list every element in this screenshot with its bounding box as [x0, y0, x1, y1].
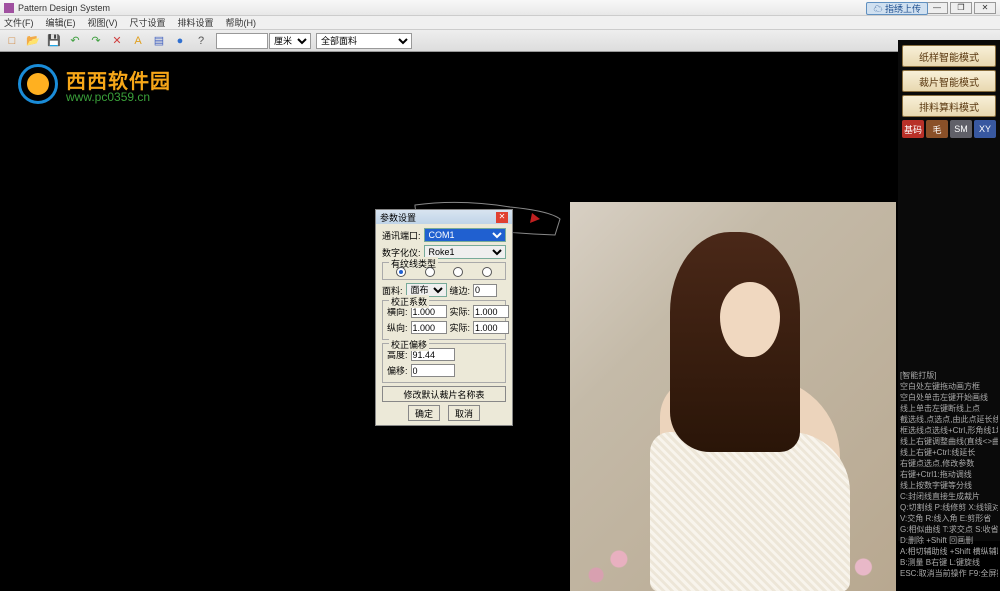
offset-input[interactable] [411, 364, 455, 377]
linetype-radio-2[interactable] [425, 267, 435, 277]
seam-input[interactable] [473, 284, 497, 297]
tag-base[interactable]: 基码 [902, 120, 924, 138]
save-icon[interactable]: 💾 [44, 32, 64, 50]
mode-pattern[interactable]: 纸样智能模式 [902, 45, 996, 67]
seam-label: 缝边: [450, 284, 471, 297]
tag-sm[interactable]: SM [950, 120, 972, 138]
hreal-input[interactable] [473, 305, 509, 318]
layer-icon[interactable]: ▤ [149, 32, 169, 50]
linetype-radio-3[interactable] [453, 267, 463, 277]
port-label: 通讯端口: [382, 229, 421, 242]
app-title: Pattern Design System [18, 3, 110, 13]
unit-select[interactable]: 厘米 [269, 33, 311, 49]
close-button[interactable]: ✕ [974, 2, 996, 14]
app-icon [4, 3, 14, 13]
text-icon[interactable]: A [128, 32, 148, 50]
help-title: [智能打版] [900, 370, 998, 381]
watermark-url: www.pc0359.cn [66, 90, 150, 104]
help-line: 线上单击左键断线上点 [900, 403, 998, 414]
correction-title: 校正系数 [389, 295, 429, 308]
help-line: 线上右键调整曲线(直线<>曲线) [900, 436, 998, 447]
vdir-input[interactable] [411, 321, 447, 334]
mode-cutting[interactable]: 裁片智能模式 [902, 70, 996, 92]
help-line: B:测量 B右键 L:键旋线 [900, 557, 998, 568]
dialog-titlebar[interactable]: 参数设置 ✕ [376, 210, 512, 224]
help-line: 右键点选点,修改参数 [900, 458, 998, 469]
offset-label: 偏移: [387, 364, 408, 377]
linetype-radio-1[interactable] [396, 267, 406, 277]
offset-title: 校正偏移 [389, 338, 429, 351]
menu-file[interactable]: 文件(F) [4, 16, 34, 29]
mode-layout[interactable]: 排料算料模式 [902, 95, 996, 117]
help-line: V:交角 R:线入角 E:剪形省 [900, 513, 998, 524]
hreal-label: 实际: [450, 305, 471, 318]
help-line: ESC:取消当前操作 F9:全屏操作 [900, 568, 998, 579]
size-input[interactable] [216, 33, 268, 49]
menubar: 文件(F) 编辑(E) 视图(V) 尺寸设置 排料设置 帮助(H) [0, 16, 1000, 30]
help-line: A:相切辅助线 +Shift 横纵辅助线 [900, 546, 998, 557]
help-line: C:封闭线直接生成裁片 [900, 491, 998, 502]
help-line: 空白处左键拖动画方框 [900, 381, 998, 392]
linetype-radio-4[interactable] [482, 267, 492, 277]
menu-layout[interactable]: 排料设置 [178, 16, 214, 29]
modify-names-button[interactable]: 修改默认裁片名称表 [382, 386, 506, 402]
dialog-close-icon[interactable]: ✕ [496, 212, 508, 223]
new-icon[interactable]: □ [2, 32, 22, 50]
tag-mao[interactable]: 毛 [926, 120, 948, 138]
port-select[interactable]: COM1 [424, 228, 506, 242]
help-icon[interactable]: ? [191, 32, 211, 50]
vreal-label: 实际: [450, 321, 471, 334]
watermark-logo-icon [18, 64, 58, 104]
help-line: G:相似曲线 T:求交点 S:收省 [900, 524, 998, 535]
menu-edit[interactable]: 编辑(E) [46, 16, 76, 29]
minimize-button[interactable]: — [926, 2, 948, 14]
dialog-title: 参数设置 [380, 211, 416, 224]
parameter-dialog: 参数设置 ✕ 通讯端口: COM1 数字化仪: Roke1 有纹线类型 [375, 209, 513, 426]
ok-button[interactable]: 确定 [408, 405, 440, 421]
cancel-button[interactable]: 取消 [448, 405, 480, 421]
upload-button[interactable]: ☁ 指绣上传 [866, 2, 928, 15]
menu-size[interactable]: 尺寸设置 [130, 16, 166, 29]
globe-icon[interactable]: ● [170, 32, 190, 50]
open-icon[interactable]: 📂 [23, 32, 43, 50]
tag-xy[interactable]: XY [974, 120, 996, 138]
reference-image [570, 202, 896, 591]
redo-icon[interactable]: ↷ [86, 32, 106, 50]
vreal-input[interactable] [473, 321, 509, 334]
help-line: 线上按数字键等分线 [900, 480, 998, 491]
help-panel: [智能打版] 空白处左键拖动画方框空白处单击左键开始画线线上单击左键断线上点截选… [900, 370, 998, 579]
watermark: 西西软件园 www.pc0359.cn [18, 64, 58, 109]
help-line: Q:切割线 P:线修剪 X:线镜对 [900, 502, 998, 513]
vdir-label: 纵向: [387, 321, 408, 334]
undo-icon[interactable]: ↶ [65, 32, 85, 50]
menu-help[interactable]: 帮助(H) [226, 16, 257, 29]
help-line: 截选线,点选点,由此点延长线 [900, 414, 998, 425]
help-line: 空白处单击左键开始画线 [900, 392, 998, 403]
titlebar: Pattern Design System — ❐ ✕ [0, 0, 1000, 16]
maximize-button[interactable]: ❐ [950, 2, 972, 14]
fabric-select[interactable]: 全部面料 [316, 33, 412, 49]
menu-view[interactable]: 视图(V) [88, 16, 118, 29]
help-line: 框选线点选线+Ctrl,形角线1增2 [900, 425, 998, 436]
help-line: 线上右键+Ctrl:线延长 [900, 447, 998, 458]
delete-icon[interactable]: ✕ [107, 32, 127, 50]
workspace[interactable]: 西西软件园 www.pc0359.cn 参数设置 ✕ 通讯端口: COM1 [0, 52, 898, 541]
toolbar: □📂💾↶↷✕A▤●? 厘米 全部面料 [0, 30, 1000, 52]
help-line: 右键+Ctrl1:拖动调线 [900, 469, 998, 480]
